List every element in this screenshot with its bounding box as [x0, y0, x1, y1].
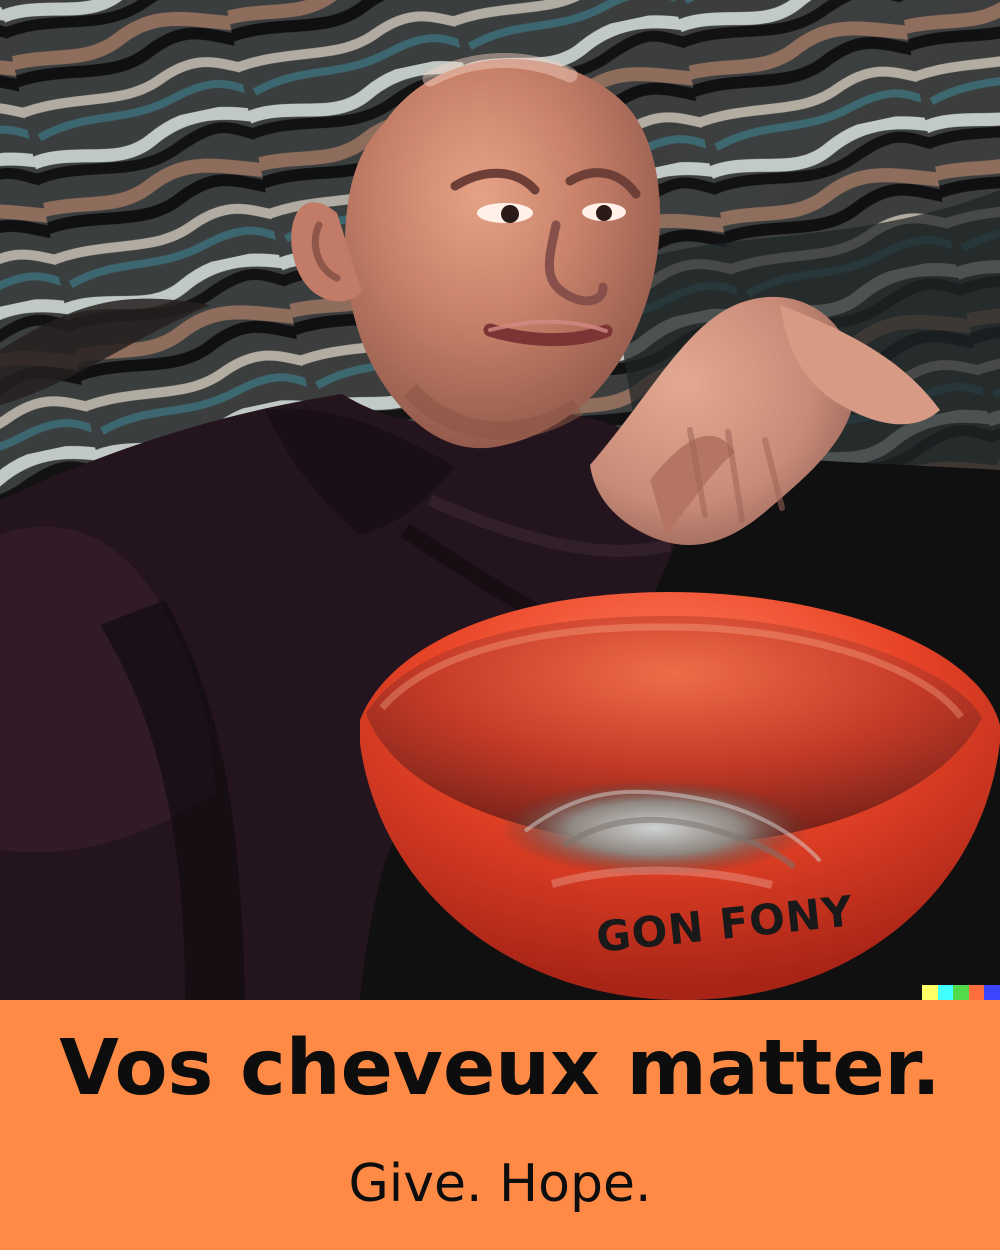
ai-generated-photo: GON FONY: [0, 0, 1000, 1000]
tagline-text: Give. Hope.: [348, 1154, 652, 1214]
headline-text: Vos cheveux matter.: [59, 1024, 941, 1113]
caption-banner: Vos cheveux matter. Give. Hope.: [0, 1000, 1000, 1250]
photo-panel: GON FONY: [0, 0, 1000, 1000]
color-strip-watermark: [922, 985, 1000, 1000]
poster: GON FONY Vos cheveux matter. Give. Hope.: [0, 0, 1000, 1250]
